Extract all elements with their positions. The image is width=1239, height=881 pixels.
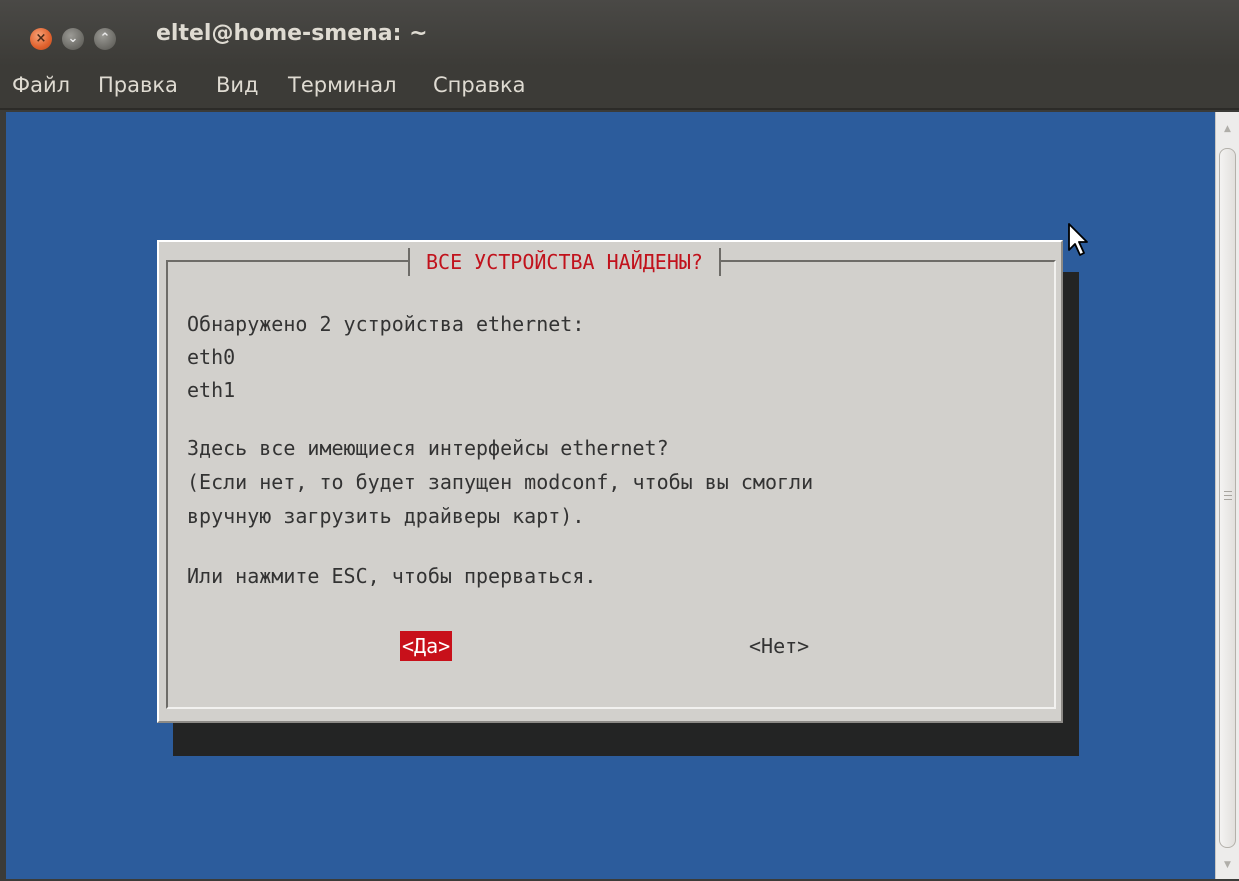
title-frame-tick-left [408,248,410,276]
title-bar[interactable]: × ⌄ ⌃ eltel@home-smena: ~ [0,0,1239,66]
window-title: eltel@home-smena: ~ [156,21,428,46]
mouse-pointer-icon [1068,223,1088,256]
menu-terminal[interactable]: Терминал [288,73,397,97]
maximize-window-button[interactable]: ⌃ [94,28,116,50]
grip-line [1224,491,1232,492]
scroll-down-arrow-icon[interactable]: ▼ [1216,856,1239,874]
title-frame-tick-right [718,248,721,276]
dialog-title-wrap: ВСЕ УСТРОЙСТВА НАЙДЕНЫ? [408,244,721,280]
dialog-line-eth1: eth1 [187,378,236,402]
yes-button[interactable]: <Да> [400,631,453,661]
grip-line [1224,499,1232,500]
minimize-window-button[interactable]: ⌄ [62,28,84,50]
dialog-line-drivers: вручную загрузить драйверы карт). [187,504,585,528]
dialog-title: ВСЕ УСТРОЙСТВА НАЙДЕНЫ? [426,250,703,274]
dialog-line-modconf: (Если нет, то будет запущен modconf, что… [187,470,814,494]
scrollbar-thumb[interactable] [1219,148,1236,848]
menu-file[interactable]: Файл [12,73,70,97]
vertical-scrollbar[interactable]: ▲ ▼ [1215,112,1239,879]
no-button[interactable]: <Нет> [749,631,809,661]
scroll-up-arrow-icon[interactable]: ▲ [1216,120,1239,138]
grip-line [1224,495,1232,496]
dialog-box: ВСЕ УСТРОЙСТВА НАЙДЕНЫ? Обнаружено 2 уст… [157,240,1063,723]
terminal-window: × ⌄ ⌃ eltel@home-smena: ~ Файл Правка Ви… [0,0,1239,881]
dialog-line-esc: Или нажмите ESC, чтобы прерваться. [187,564,597,588]
close-window-button[interactable]: × [30,28,52,50]
menu-bar: Файл Правка Вид Терминал Справка [0,66,1239,110]
menu-edit[interactable]: Правка [98,73,178,97]
menu-view[interactable]: Вид [216,73,259,97]
dialog-line-question: Здесь все имеющиеся интерфейсы ethernet? [187,436,669,460]
dialog-line-detected: Обнаружено 2 устройства ethernet: [187,312,585,336]
menu-help[interactable]: Справка [433,73,526,97]
dialog-line-eth0: eth0 [187,345,236,369]
